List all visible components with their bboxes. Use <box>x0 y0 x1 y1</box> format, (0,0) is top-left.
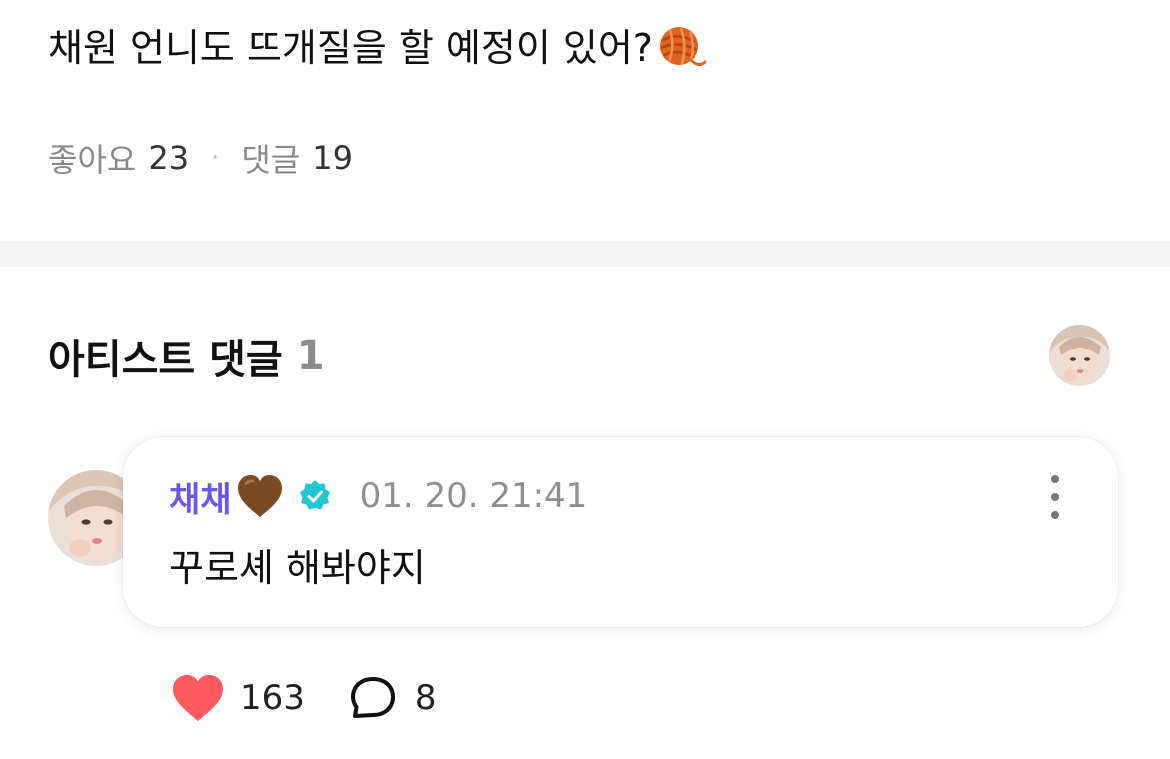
likes-label[interactable]: 좋아요 <box>48 135 136 181</box>
verified-icon <box>298 479 332 513</box>
comment-author-name[interactable]: 채채 <box>169 472 232 521</box>
more-icon <box>1051 475 1059 483</box>
comment-actions: 163 8 <box>170 670 437 726</box>
more-icon <box>1051 511 1059 519</box>
post-text-row: 채원 언니도 뜨개질을 할 예정이 있어? <box>48 18 707 78</box>
heart-icon <box>170 672 226 724</box>
brown-heart-icon <box>234 472 286 520</box>
artist-avatar-image <box>1049 325 1110 386</box>
speech-bubble-icon <box>349 674 397 722</box>
post-text: 채원 언니도 뜨개질을 할 예정이 있어? <box>48 26 653 70</box>
section-divider <box>0 241 1170 267</box>
likes-count[interactable]: 23 <box>148 139 189 177</box>
comment-timestamp: 01. 20. 21:41 <box>359 476 588 516</box>
artist-comment-card: 채채 01. 20. 21:41 꾸로셰 해봐야지 <box>123 437 1118 627</box>
comments-label[interactable]: 댓글 <box>241 135 300 181</box>
comment-header: 채채 01. 20. 21:41 <box>169 471 587 521</box>
stats-separator: · <box>211 143 220 173</box>
artist-comments-title: 아티스트 댓글 <box>48 337 283 383</box>
like-button[interactable]: 163 <box>170 672 305 724</box>
reply-button[interactable]: 8 <box>349 674 437 722</box>
artist-avatar-button[interactable] <box>1049 325 1110 386</box>
post-detail-page: 채원 언니도 뜨개질을 할 예정이 있어? 좋아요 23 · 댓글 19 아티스… <box>0 0 1170 759</box>
artist-comments-count: 1 <box>296 333 325 379</box>
more-icon <box>1051 493 1059 501</box>
post-stats: 좋아요 23 · 댓글 19 <box>48 136 353 180</box>
comment-body: 꾸로셰 해봐야지 <box>169 546 426 590</box>
comments-count[interactable]: 19 <box>312 139 353 177</box>
artist-comments-header: 아티스트 댓글 1 <box>48 330 325 383</box>
yarn-icon <box>655 22 707 74</box>
reply-count: 8 <box>414 678 437 718</box>
like-count: 163 <box>240 678 305 718</box>
more-options-button[interactable] <box>1042 475 1068 519</box>
